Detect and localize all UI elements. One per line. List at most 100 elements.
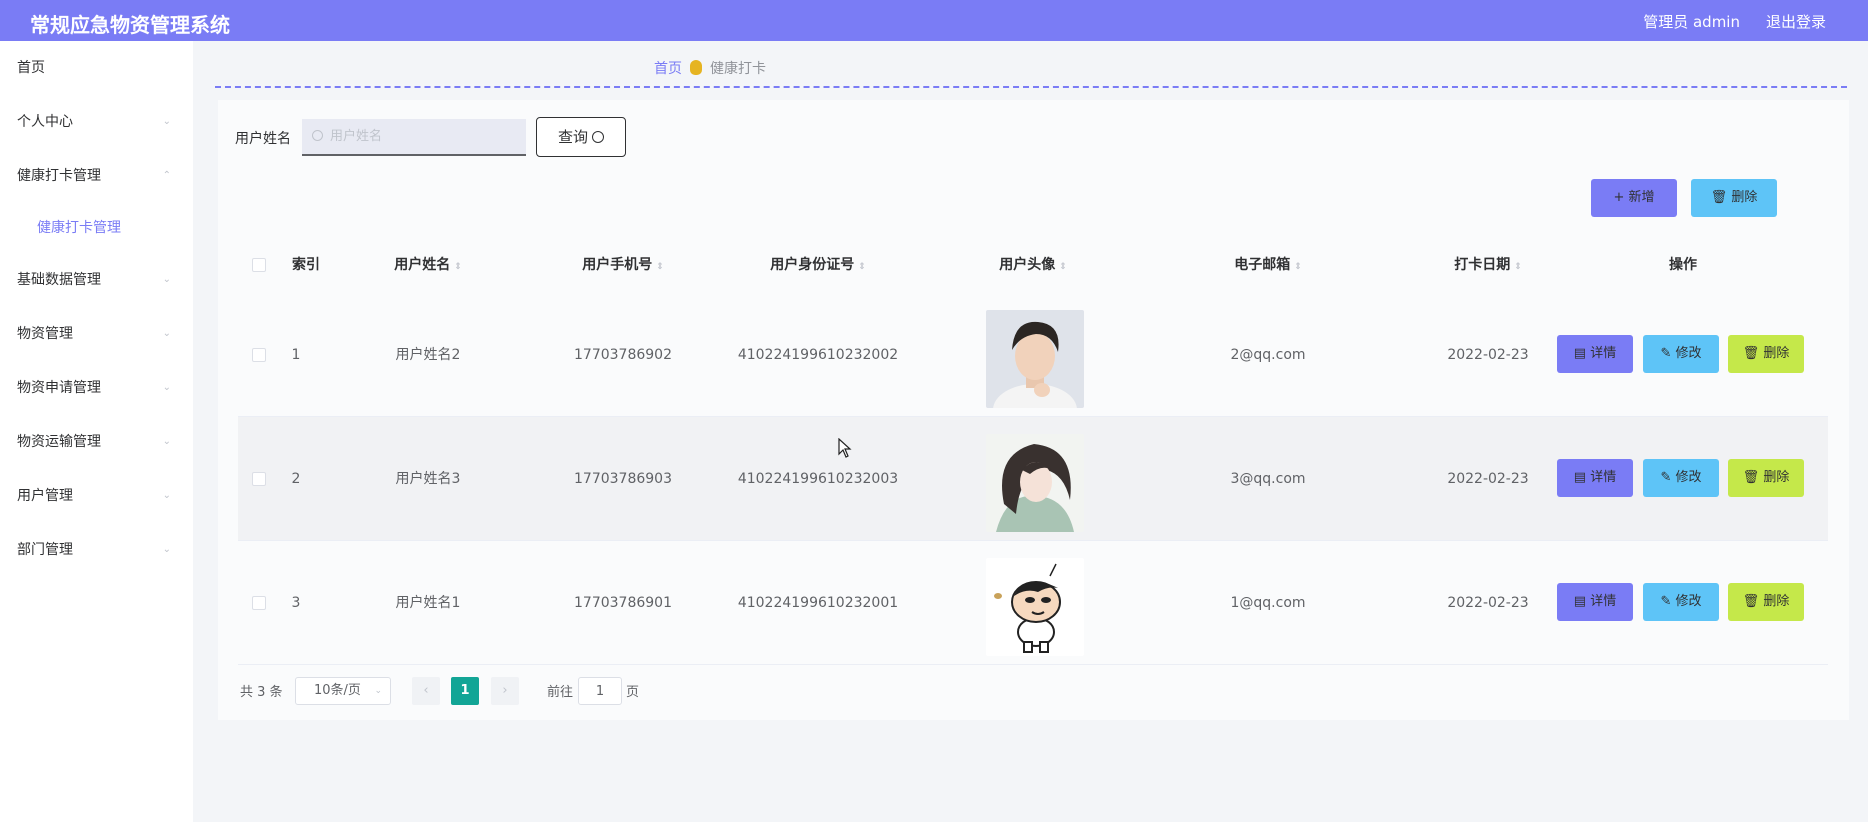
avatar-image [986, 558, 1084, 656]
delete-label: 删除 [1763, 470, 1790, 485]
page-number-current[interactable]: 1 [451, 677, 479, 705]
col-phone-label: 用户手机号 [582, 257, 653, 273]
avatar-image [986, 310, 1084, 408]
pencil-icon: ✎ [1660, 470, 1672, 485]
total-count: 共 3 条 [240, 685, 283, 700]
detail-button[interactable]: ▤ 详情 [1557, 335, 1633, 373]
sidebar-item-basic-data[interactable]: 基础数据管理 ⌄ [0, 253, 193, 307]
add-button[interactable]: + 新增 [1591, 179, 1677, 217]
chevron-down-icon: ⌄ [162, 116, 171, 127]
col-avatar[interactable]: 用户头像 ⇕ [938, 240, 1128, 290]
trash-icon: 🗑 [1742, 594, 1760, 609]
sidebar-item-label: 首页 [17, 60, 45, 76]
page-unit-label: 页 [626, 685, 640, 700]
current-user: 管理员 admin [1643, 13, 1740, 31]
cell-idcard: 410224199610232001 [737, 595, 899, 611]
search-input[interactable] [302, 119, 526, 156]
cell-index: 1 [291, 347, 301, 363]
chevron-down-icon: ⌄ [162, 382, 171, 393]
doc-icon: ▤ [1573, 346, 1587, 361]
logout-link[interactable]: 退出登录 [1766, 11, 1826, 32]
sidebar-item-label: 用户管理 [17, 488, 73, 504]
cell-phone: 17703786901 [574, 595, 672, 611]
sidebar-item-personal-center[interactable]: 个人中心 ⌄ [0, 95, 193, 149]
col-phone[interactable]: 用户手机号 ⇕ [528, 240, 718, 290]
chevron-down-icon: ⌄ [374, 686, 382, 696]
cell-email: 1@qq.com [1230, 595, 1306, 611]
app-title: 常规应急物资管理系统 [30, 13, 230, 37]
goto-page-input[interactable] [578, 677, 622, 705]
chevron-up-icon: ⌃ [162, 170, 171, 181]
batch-delete-button[interactable]: 🗑 删除 [1691, 179, 1777, 217]
sidebar-item-home[interactable]: 首页 [0, 41, 193, 95]
col-name-label: 用户姓名 [394, 257, 451, 273]
col-email[interactable]: 电子邮箱 ⇕ [1128, 240, 1408, 290]
edit-button[interactable]: ✎ 修改 [1643, 583, 1719, 621]
detail-button[interactable]: ▤ 详情 [1557, 459, 1633, 497]
row-checkbox[interactable] [252, 348, 266, 362]
edit-label: 修改 [1675, 470, 1702, 485]
search-icon [312, 130, 323, 141]
sidebar-subitem-health-checkin[interactable]: 健康打卡管理 [0, 203, 193, 253]
col-idcard[interactable]: 用户身份证号 ⇕ [718, 240, 918, 290]
chevron-right-icon: › [502, 683, 508, 698]
table-row: 1 用户姓名2 17703786902 410224199610232002 2… [238, 293, 1828, 417]
col-email-label: 电子邮箱 [1234, 257, 1291, 273]
sort-icon: ⇕ [1059, 262, 1067, 272]
sidebar-item-supplies[interactable]: 物资管理 ⌄ [0, 307, 193, 361]
avatar-image [986, 434, 1084, 532]
col-name[interactable]: 用户姓名 ⇕ [338, 240, 518, 290]
query-button-label: 查询 [557, 128, 588, 146]
sidebar-item-departments[interactable]: 部门管理 ⌄ [0, 523, 193, 577]
sidebar-item-users[interactable]: 用户管理 ⌄ [0, 469, 193, 523]
prev-page-button[interactable]: ‹ [412, 677, 440, 705]
sidebar-item-label: 基础数据管理 [17, 272, 101, 288]
divider [215, 86, 1847, 88]
sidebar-item-health-checkin[interactable]: 健康打卡管理 ⌃ [0, 149, 193, 203]
search-label: 用户姓名 [235, 131, 291, 147]
sidebar-item-supply-transport[interactable]: 物资运输管理 ⌄ [0, 415, 193, 469]
delete-button[interactable]: 🗑 删除 [1728, 459, 1804, 497]
detail-label: 详情 [1590, 594, 1617, 609]
sort-icon: ⇕ [858, 262, 866, 272]
cell-phone: 17703786902 [574, 347, 672, 363]
sort-icon: ⇕ [1514, 262, 1522, 272]
query-button[interactable]: 查询 [536, 117, 626, 157]
chevron-down-icon: ⌄ [162, 274, 171, 285]
table-row: 3 用户姓名1 17703786901 410224199610232001 1… [238, 541, 1828, 665]
sidebar-item-supply-request[interactable]: 物资申请管理 ⌄ [0, 361, 193, 415]
delete-button[interactable]: 🗑 删除 [1728, 583, 1804, 621]
detail-button[interactable]: ▤ 详情 [1557, 583, 1633, 621]
sidebar: 首页 个人中心 ⌄ 健康打卡管理 ⌃ 健康打卡管理 基础数据管理 ⌄ 物资管理 ⌄ 物资… [0, 41, 193, 822]
sort-icon: ⇕ [454, 262, 462, 272]
breadcrumb-current: 健康打卡 [710, 61, 766, 77]
col-avatar-label: 用户头像 [999, 257, 1056, 273]
chevron-left-icon: ‹ [423, 683, 429, 698]
detail-label: 详情 [1590, 470, 1617, 485]
cell-name: 用户姓名2 [395, 347, 461, 363]
row-checkbox[interactable] [252, 472, 266, 486]
doc-icon: ▤ [1573, 470, 1587, 485]
row-checkbox[interactable] [252, 596, 266, 610]
sidebar-item-label: 健康打卡管理 [37, 220, 121, 236]
table-header: 索引 用户姓名 ⇕ 用户手机号 ⇕ 用户身份证号 ⇕ 用户头像 ⇕ 电子邮箱 ⇕ 打卡日期… [238, 240, 1828, 290]
chevron-down-icon: ⌄ [162, 544, 171, 555]
cell-phone: 17703786903 [574, 471, 672, 487]
delete-button[interactable]: 🗑 删除 [1728, 335, 1804, 373]
edit-button[interactable]: ✎ 修改 [1643, 459, 1719, 497]
sort-icon: ⇕ [1294, 262, 1302, 272]
breadcrumb: 首页 健康打卡 [654, 58, 766, 78]
cell-email: 2@qq.com [1230, 347, 1306, 363]
sidebar-item-label: 个人中心 [17, 114, 73, 130]
search-icon [592, 131, 604, 143]
next-page-button[interactable]: › [491, 677, 519, 705]
trash-icon: 🗑 [1742, 470, 1760, 485]
cell-index: 2 [291, 471, 301, 487]
edit-button[interactable]: ✎ 修改 [1643, 335, 1719, 373]
coin-icon [690, 60, 702, 75]
breadcrumb-home[interactable]: 首页 [654, 61, 682, 77]
page-size-select[interactable]: 10条/页 ⌄ [295, 677, 391, 705]
sidebar-item-label: 部门管理 [17, 542, 73, 558]
select-all-checkbox[interactable] [252, 258, 266, 272]
pencil-icon: ✎ [1660, 346, 1672, 361]
